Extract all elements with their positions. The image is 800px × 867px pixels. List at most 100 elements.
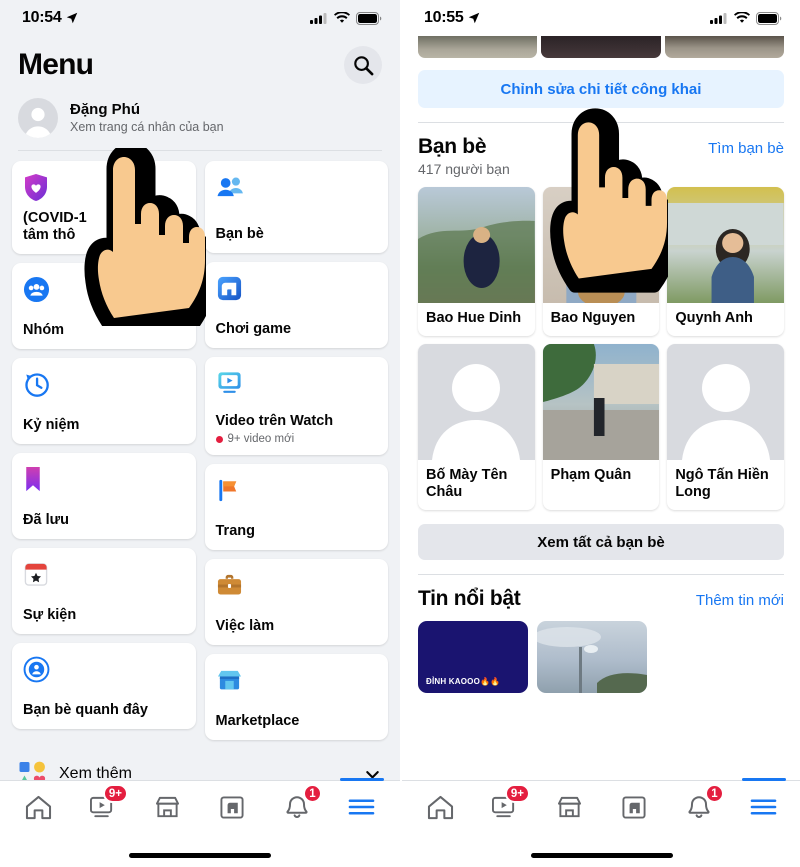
groups-icon [23, 274, 185, 304]
friend-name: Bố Mày Tên Châu [426, 467, 508, 501]
dual-screenshot: 10:54 Menu Đặng Phú Xem trang cá nhân củ… [0, 0, 800, 867]
friend-card[interactable]: Bao Hue Dinh [418, 187, 535, 337]
friend-card[interactable]: Ngô Tấn Hiền Long [667, 344, 784, 511]
friend-card[interactable]: Bố Mày Tên Châu [418, 344, 535, 511]
menu-item-covid[interactable]: (COVID-1 tâm thô [12, 161, 196, 255]
right-screen-profile: 10:55 Chỉnh sửa chi tiết công khai Bạn b… [400, 0, 800, 867]
photo-thumbnail[interactable] [541, 36, 661, 58]
menu-item-events[interactable]: Sự kiện [12, 548, 196, 635]
friend-card[interactable]: Bao Nguyen [542, 187, 660, 337]
gaming-icon [622, 795, 646, 819]
battery-full-icon [356, 11, 382, 25]
menu-item-marketplace[interactable]: Marketplace [204, 654, 388, 740]
story-caption: ĐỈNH KAOOO🔥🔥 [426, 677, 501, 687]
menu-item-friends[interactable]: Bạn bè [204, 161, 388, 253]
nav-watch[interactable]: 9+ [80, 784, 128, 827]
photo-strip [402, 36, 800, 58]
nav-gaming[interactable] [611, 787, 657, 827]
menu-grid-column-left: (COVID-1 tâm thô Nhóm Kỷ niệm Đã lưu Sự … [12, 161, 196, 740]
nav-marketplace[interactable] [145, 787, 191, 827]
nav-badge: 9+ [102, 784, 128, 803]
photo-thumbnail[interactable] [418, 36, 538, 58]
avatar-placeholder-icon [24, 107, 52, 138]
friend-name: Phạm Quân [550, 467, 632, 484]
home-icon [427, 795, 453, 819]
bottom-nav-left: 9+ 1 [0, 778, 400, 867]
home-icon [25, 795, 51, 819]
bottom-nav-right: 9+ 1 [402, 778, 800, 867]
nav-notifications[interactable]: 1 [274, 784, 322, 827]
events-calendar-icon [23, 559, 185, 589]
menu-item-sub-label: 9+ video mới [227, 433, 295, 445]
profile-subtitle: Xem trang cá nhân của bạn [70, 120, 224, 135]
wifi-icon [334, 12, 350, 23]
menu-item-label: Marketplace [215, 712, 300, 729]
saved-bookmark-icon [23, 464, 185, 494]
find-friends-link[interactable]: Tìm bạn bè [708, 140, 784, 157]
friend-photo [542, 187, 660, 303]
friend-photo [667, 344, 784, 461]
menu-item-groups[interactable]: Nhóm [12, 263, 196, 350]
search-button[interactable] [344, 46, 382, 84]
jobs-briefcase-icon [216, 570, 378, 600]
photo-thumbnail[interactable] [664, 36, 784, 58]
menu-item-nearby-friends[interactable]: Bạn bè quanh đây [12, 643, 196, 730]
bottom-nav-row: 9+ 1 [0, 778, 400, 833]
nav-watch[interactable]: 9+ [482, 784, 530, 827]
story-card[interactable] [537, 621, 647, 694]
friends-section-title: Bạn bè [418, 135, 487, 158]
menu-item-saved[interactable]: Đã lưu [12, 453, 196, 540]
menu-grid-column-right: Bạn bè Chơi game Video trên Watch 9+ vid… [204, 161, 388, 740]
friend-photo [667, 187, 784, 303]
status-time: 10:54 [22, 9, 62, 26]
nav-menu[interactable] [741, 778, 787, 827]
friend-name: Bao Hue Dinh [426, 310, 522, 326]
nav-marketplace[interactable] [547, 787, 593, 827]
edit-public-details-button[interactable]: Chỉnh sửa chi tiết công khai [418, 70, 784, 108]
nav-gaming[interactable] [209, 787, 255, 827]
menu-item-memories[interactable]: Kỷ niệm [12, 358, 196, 445]
hamburger-menu-icon [750, 799, 777, 815]
gaming-icon [220, 795, 244, 819]
story-card[interactable]: ĐỈNH KAOOO🔥🔥 [418, 621, 528, 694]
home-indicator [129, 853, 271, 858]
nav-badge: 9+ [504, 784, 530, 803]
menu-item-pages[interactable]: Trang [204, 464, 388, 550]
friend-card[interactable]: Quynh Anh [667, 187, 784, 337]
menu-item-watch[interactable]: Video trên Watch 9+ video mới [204, 357, 388, 455]
avatar [18, 98, 58, 138]
menu-item-label: Chơi game [215, 320, 292, 337]
stories-section-title: Tin nổi bật [418, 587, 521, 611]
nav-notifications[interactable]: 1 [676, 784, 724, 827]
nav-home[interactable] [15, 787, 61, 827]
friend-name: Bao Nguyen [550, 310, 636, 326]
new-indicator-dot [215, 435, 223, 443]
profile-name: Đặng Phú [70, 100, 140, 118]
location-arrow-icon [469, 12, 480, 24]
nav-badge: 1 [302, 784, 322, 803]
battery-full-icon [756, 11, 782, 25]
friends-count: 417 người bạn [418, 161, 510, 177]
menu-item-label: Bạn bè quanh đây [23, 702, 148, 719]
nav-badge: 1 [704, 784, 724, 803]
status-bar-left: 10:54 [0, 0, 400, 36]
avatar-placeholder-icon [432, 364, 521, 461]
friend-card[interactable]: Phạm Quân [542, 344, 660, 511]
nav-menu[interactable] [339, 778, 385, 827]
menu-item-gaming[interactable]: Chơi game [204, 262, 388, 348]
profile-row[interactable]: Đặng Phú Xem trang cá nhân của bạn [0, 90, 400, 150]
pages-flag-icon [216, 475, 378, 505]
see-all-friends-button[interactable]: Xem tất cả bạn bè [418, 524, 784, 561]
menu-item-label: Sự kiện [23, 607, 77, 624]
add-story-link[interactable]: Thêm tin mới [696, 592, 784, 609]
menu-item-jobs[interactable]: Việc làm [204, 559, 388, 645]
status-left: 10:55 [424, 9, 480, 27]
marketplace-store-icon [156, 796, 180, 817]
status-left: 10:54 [22, 9, 78, 27]
left-screen-menu: 10:54 Menu Đặng Phú Xem trang cá nhân củ… [0, 0, 400, 867]
friends-section-header: Bạn bè Tìm bạn bè [402, 123, 800, 159]
friend-photo [542, 344, 660, 461]
menu-item-label: Trang [215, 522, 255, 539]
stories-row: ĐỈNH KAOOO🔥🔥 [402, 611, 800, 694]
nav-home[interactable] [417, 787, 463, 827]
